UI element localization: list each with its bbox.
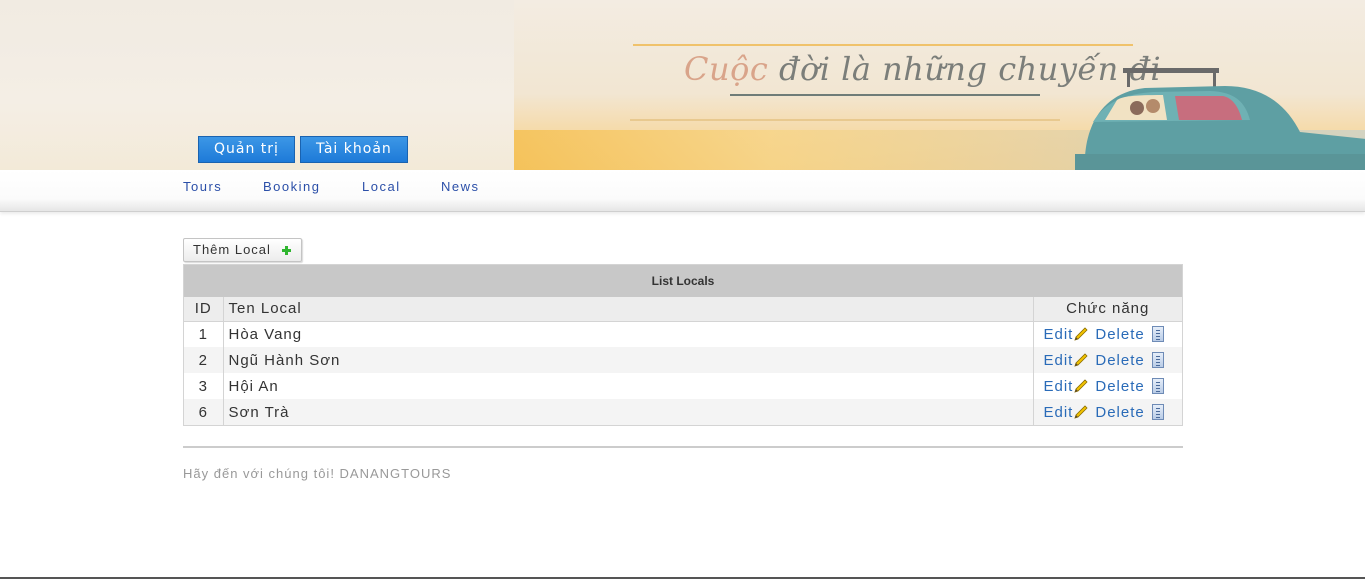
footer-text: Hãy đến với chúng tôi! DANANGTOURS [183, 466, 452, 481]
delete-icon[interactable] [1151, 377, 1164, 394]
header-banner: Cuộc đời là những chuyến đi Quản trị Tài… [0, 0, 1365, 170]
tab-quan-tri[interactable]: Quản trị [198, 136, 295, 163]
nav-item-news[interactable]: News [441, 179, 480, 194]
edit-link[interactable]: Edit [1044, 326, 1074, 343]
cell-name: Hội An [223, 373, 1034, 399]
cell-name: Hòa Vang [223, 321, 1034, 347]
cell-name: Sơn Trà [223, 399, 1034, 425]
column-header-name: Ten Local [223, 297, 1034, 322]
cell-actions: Edit Delete [1033, 399, 1182, 425]
banner-slogan-underline [730, 94, 1040, 96]
cell-id: 2 [184, 347, 224, 373]
delete-icon[interactable] [1151, 403, 1164, 420]
edit-link[interactable]: Edit [1044, 352, 1074, 369]
tab-tai-khoan[interactable]: Tài khoản [299, 136, 408, 163]
delete-link[interactable]: Delete [1095, 326, 1144, 343]
delete-link[interactable]: Delete [1095, 404, 1144, 421]
page: Cuộc đời là những chuyến đi Quản trị Tài… [0, 0, 1365, 579]
cell-actions: Edit Delete [1033, 347, 1182, 373]
column-header-id: ID [184, 297, 224, 322]
table-row: 2 Ngũ Hành Sơn Edit Delete [184, 347, 1182, 373]
add-local-label: Thêm Local [193, 242, 271, 257]
delete-icon[interactable] [1151, 325, 1164, 342]
edit-link[interactable]: Edit [1044, 404, 1074, 421]
table-caption: List Locals [184, 265, 1182, 297]
car-illustration [1075, 68, 1365, 170]
delete-link[interactable]: Delete [1095, 378, 1144, 395]
nav-item-tours[interactable]: Tours [183, 179, 222, 194]
banner-slogan-first: Cuộc [684, 50, 769, 88]
table-row: 1 Hòa Vang Edit Delete [184, 321, 1182, 347]
main-nav: Tours Booking Local News [0, 170, 1365, 212]
top-tabs: Quản trị Tài khoản [198, 136, 408, 163]
delete-link[interactable]: Delete [1095, 352, 1144, 369]
pencil-icon[interactable] [1073, 352, 1089, 368]
plus-icon [282, 246, 291, 255]
cell-id: 3 [184, 373, 224, 399]
cell-actions: Edit Delete [1033, 321, 1182, 347]
table-row: 6 Sơn Trà Edit Delete [184, 399, 1182, 425]
cell-id: 1 [184, 321, 224, 347]
cell-id: 6 [184, 399, 224, 425]
nav-item-booking[interactable]: Booking [263, 179, 320, 194]
banner-wire [633, 44, 1133, 46]
add-local-button[interactable]: Thêm Local [183, 238, 302, 262]
nav-item-local[interactable]: Local [362, 179, 401, 194]
cell-name: Ngũ Hành Sơn [223, 347, 1034, 373]
banner-wire [630, 119, 1060, 121]
edit-link[interactable]: Edit [1044, 378, 1074, 395]
delete-icon[interactable] [1151, 351, 1164, 368]
cell-actions: Edit Delete [1033, 373, 1182, 399]
table-row: 3 Hội An Edit Delete [184, 373, 1182, 399]
column-header-actions: Chức năng [1033, 297, 1182, 322]
pencil-icon[interactable] [1073, 378, 1089, 394]
footer-divider [183, 446, 1183, 448]
pencil-icon[interactable] [1073, 326, 1089, 342]
pencil-icon[interactable] [1073, 404, 1089, 420]
locals-table: List Locals ID Ten Local Chức năng 1 Hòa… [183, 264, 1183, 426]
